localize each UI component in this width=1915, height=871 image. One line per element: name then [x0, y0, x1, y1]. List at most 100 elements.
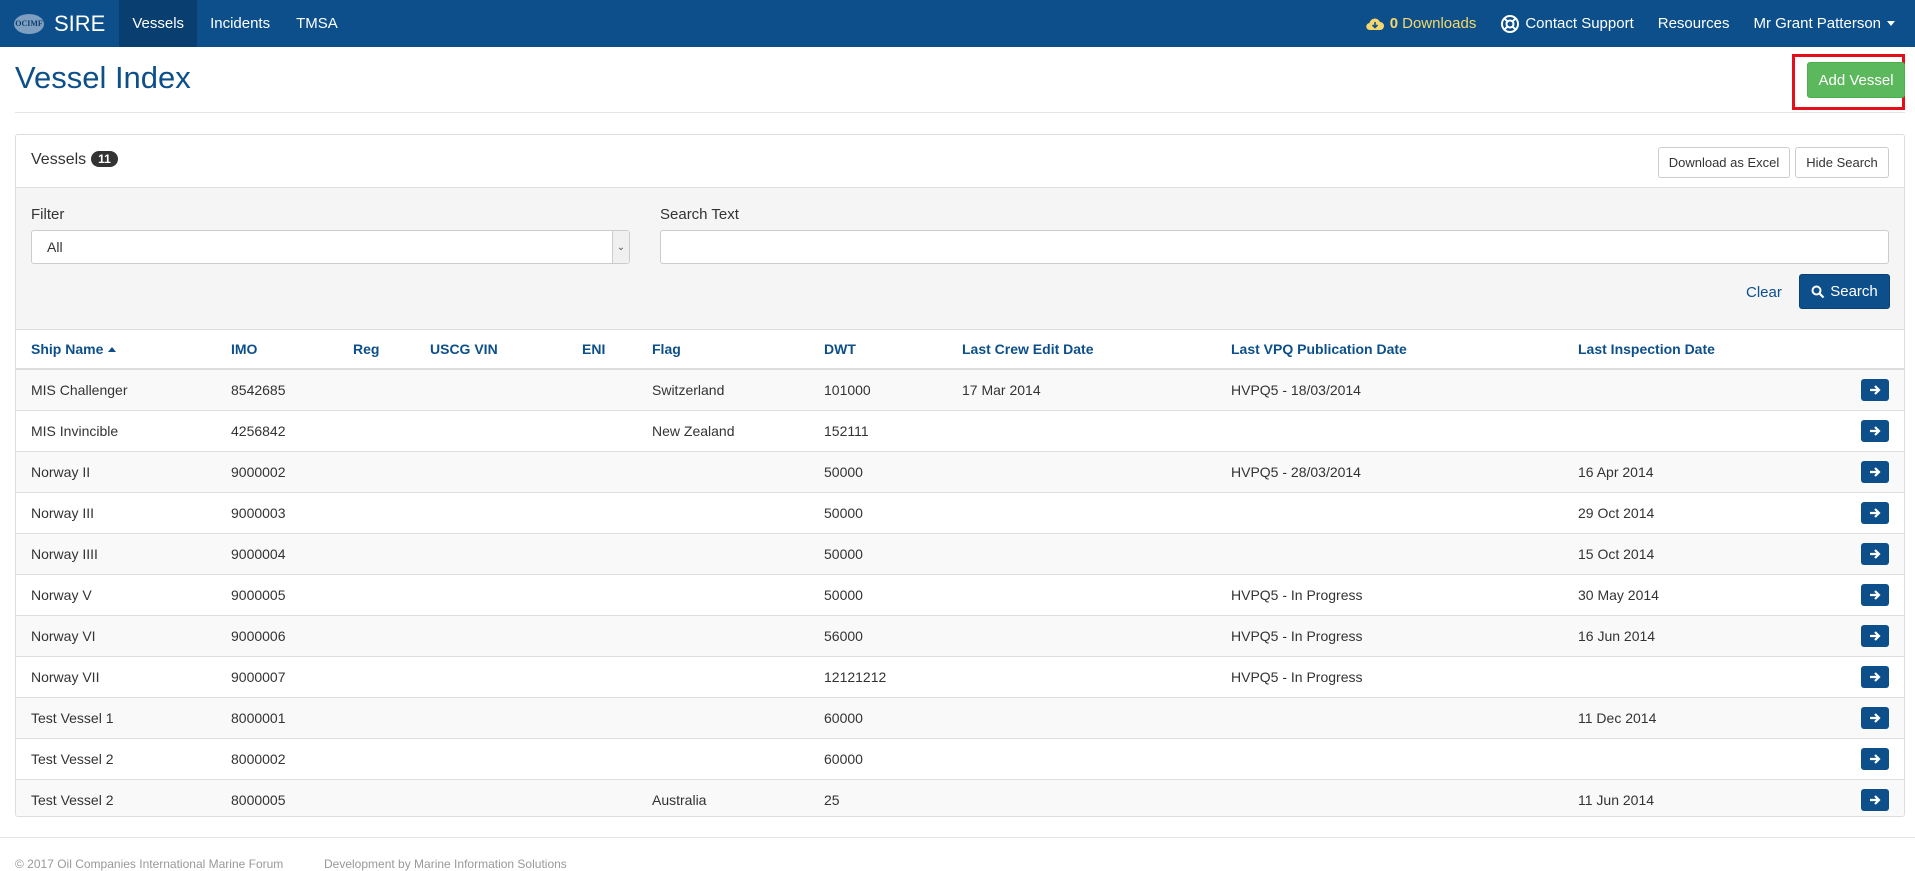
- table-row: Norway IIII 9000004 50000 15 Oct 2014: [16, 533, 1904, 575]
- column-header-last-vpq-publication-date[interactable]: Last VPQ Publication Date: [1216, 330, 1563, 370]
- cell-eni: [567, 574, 637, 616]
- search-icon: [1811, 285, 1825, 298]
- view-vessel-button[interactable]: [1861, 420, 1889, 442]
- cell-eni: [567, 738, 637, 780]
- view-vessel-button[interactable]: [1861, 666, 1889, 688]
- column-header-reg[interactable]: Reg: [338, 330, 415, 370]
- footer-copyright: © 2017 Oil Companies International Marin…: [15, 857, 284, 871]
- column-header-ship-name[interactable]: Ship Name: [16, 330, 216, 370]
- footer-divider: [0, 837, 1915, 838]
- cell-dwt: 50000: [809, 574, 947, 616]
- view-vessel-button[interactable]: [1861, 707, 1889, 729]
- panel-title-text: Vessels: [31, 151, 87, 168]
- add-vessel-button[interactable]: Add Vessel: [1807, 62, 1905, 98]
- search-text-input[interactable]: [660, 230, 1889, 264]
- cell-eni: [567, 697, 637, 739]
- cell-imo: 9000002: [216, 451, 338, 493]
- view-vessel-button[interactable]: [1861, 789, 1889, 811]
- view-vessel-button[interactable]: [1861, 502, 1889, 524]
- cell-ship-name: Norway VI: [16, 615, 216, 657]
- footer-development: Development by Marine Information Soluti…: [324, 857, 567, 871]
- cell-flag: [637, 615, 809, 657]
- resources-link[interactable]: Resources: [1646, 0, 1742, 47]
- cell-imo: 9000004: [216, 533, 338, 575]
- cell-eni: [567, 451, 637, 493]
- view-vessel-button[interactable]: [1861, 625, 1889, 647]
- cell-actions: [1823, 738, 1904, 780]
- view-vessel-button[interactable]: [1861, 584, 1889, 606]
- column-header-flag[interactable]: Flag: [637, 330, 809, 370]
- cell-reg: [338, 368, 415, 411]
- arrow-right-icon: [1870, 631, 1881, 641]
- filter-select[interactable]: All ⌄: [31, 230, 630, 264]
- cell-actions: [1823, 574, 1904, 616]
- cell-imo: 9000007: [216, 656, 338, 698]
- nav-item-incidents[interactable]: Incidents: [197, 0, 283, 47]
- arrow-right-icon: [1870, 385, 1881, 395]
- cell-reg: [338, 615, 415, 657]
- view-vessel-button[interactable]: [1861, 543, 1889, 565]
- cell-last-vpq-publication-date: HVPQ5 - In Progress: [1216, 656, 1563, 698]
- cell-flag: [637, 451, 809, 493]
- cell-dwt: 50000: [809, 533, 947, 575]
- contact-support-link[interactable]: Contact Support: [1488, 0, 1645, 47]
- cell-last-vpq-publication-date: [1216, 779, 1563, 816]
- cell-eni: [567, 368, 637, 411]
- cell-last-crew-edit-date: [947, 533, 1216, 575]
- cell-actions: [1823, 410, 1904, 452]
- main-nav: Vessels Incidents TMSA: [119, 0, 350, 47]
- column-header-label: Last Inspection Date: [1578, 341, 1715, 357]
- hide-search-button[interactable]: Hide Search: [1795, 147, 1889, 178]
- nav-item-tmsa[interactable]: TMSA: [283, 0, 351, 47]
- clear-link[interactable]: Clear: [1746, 284, 1782, 301]
- table-row: Norway III 9000003 50000 29 Oct 2014: [16, 492, 1904, 534]
- cell-actions: [1823, 656, 1904, 698]
- brand-link[interactable]: OCIMF SIRE: [0, 0, 119, 47]
- nav-item-vessels[interactable]: Vessels: [119, 0, 198, 47]
- cell-ship-name: MIS Challenger: [16, 368, 216, 411]
- user-menu[interactable]: Mr Grant Patterson: [1741, 0, 1907, 47]
- cell-imo: 9000006: [216, 615, 338, 657]
- downloads-link[interactable]: 0 Downloads: [1353, 0, 1489, 47]
- cell-last-crew-edit-date: [947, 451, 1216, 493]
- view-vessel-button[interactable]: [1861, 748, 1889, 770]
- cell-flag: [637, 656, 809, 698]
- download-excel-button[interactable]: Download as Excel: [1658, 147, 1790, 178]
- cell-uscg-vin: [415, 368, 567, 411]
- cell-last-crew-edit-date: [947, 410, 1216, 452]
- column-header-uscg-vin[interactable]: USCG VIN: [415, 330, 567, 370]
- cell-ship-name: Norway II: [16, 451, 216, 493]
- cell-last-inspection-date: 30 May 2014: [1563, 574, 1823, 616]
- panel-title: Vessels 11: [31, 151, 118, 169]
- cell-ship-name: Test Vessel 2: [16, 779, 216, 816]
- top-navbar: OCIMF SIRE Vessels Incidents TMSA 0 Downlo…: [0, 0, 1915, 47]
- downloads-label: Downloads: [1402, 15, 1477, 32]
- search-button[interactable]: Search: [1799, 274, 1890, 309]
- table-row: MIS Challenger 8542685 Switzerland 101000 17…: [16, 368, 1904, 411]
- column-header-dwt[interactable]: DWT: [809, 330, 947, 370]
- caret-down-icon: [1887, 21, 1895, 26]
- cell-uscg-vin: [415, 574, 567, 616]
- column-header-label: ENI: [582, 341, 606, 357]
- cell-actions: [1823, 779, 1904, 816]
- cell-imo: 9000003: [216, 492, 338, 534]
- nav-right: 0 Downloads Contact Support Resources Mr…: [1353, 0, 1915, 47]
- cell-ship-name: Norway III: [16, 492, 216, 534]
- column-header-last-inspection-date[interactable]: Last Inspection Date: [1563, 330, 1823, 370]
- cell-last-crew-edit-date: [947, 738, 1216, 780]
- table-body: MIS Challenger 8542685 Switzerland 101000 17…: [16, 368, 1904, 816]
- view-vessel-button[interactable]: [1861, 461, 1889, 483]
- ocimf-logo-icon: OCIMF: [14, 13, 44, 34]
- column-header-eni[interactable]: ENI: [567, 330, 637, 370]
- column-header-last-crew-edit-date[interactable]: Last Crew Edit Date: [947, 330, 1216, 370]
- cell-dwt: 60000: [809, 697, 947, 739]
- cell-last-crew-edit-date: [947, 492, 1216, 534]
- column-header-imo[interactable]: IMO: [216, 330, 338, 370]
- view-vessel-button[interactable]: [1861, 379, 1889, 401]
- vessels-table: Ship Name IMO Reg USCG VIN ENI Flag DWT Last Cr…: [16, 330, 1904, 816]
- cloud-download-icon: [1366, 18, 1384, 30]
- cell-eni: [567, 410, 637, 452]
- user-name: Mr Grant Patterson: [1753, 15, 1881, 32]
- cell-last-inspection-date: [1563, 656, 1823, 698]
- cell-dwt: 25: [809, 779, 947, 816]
